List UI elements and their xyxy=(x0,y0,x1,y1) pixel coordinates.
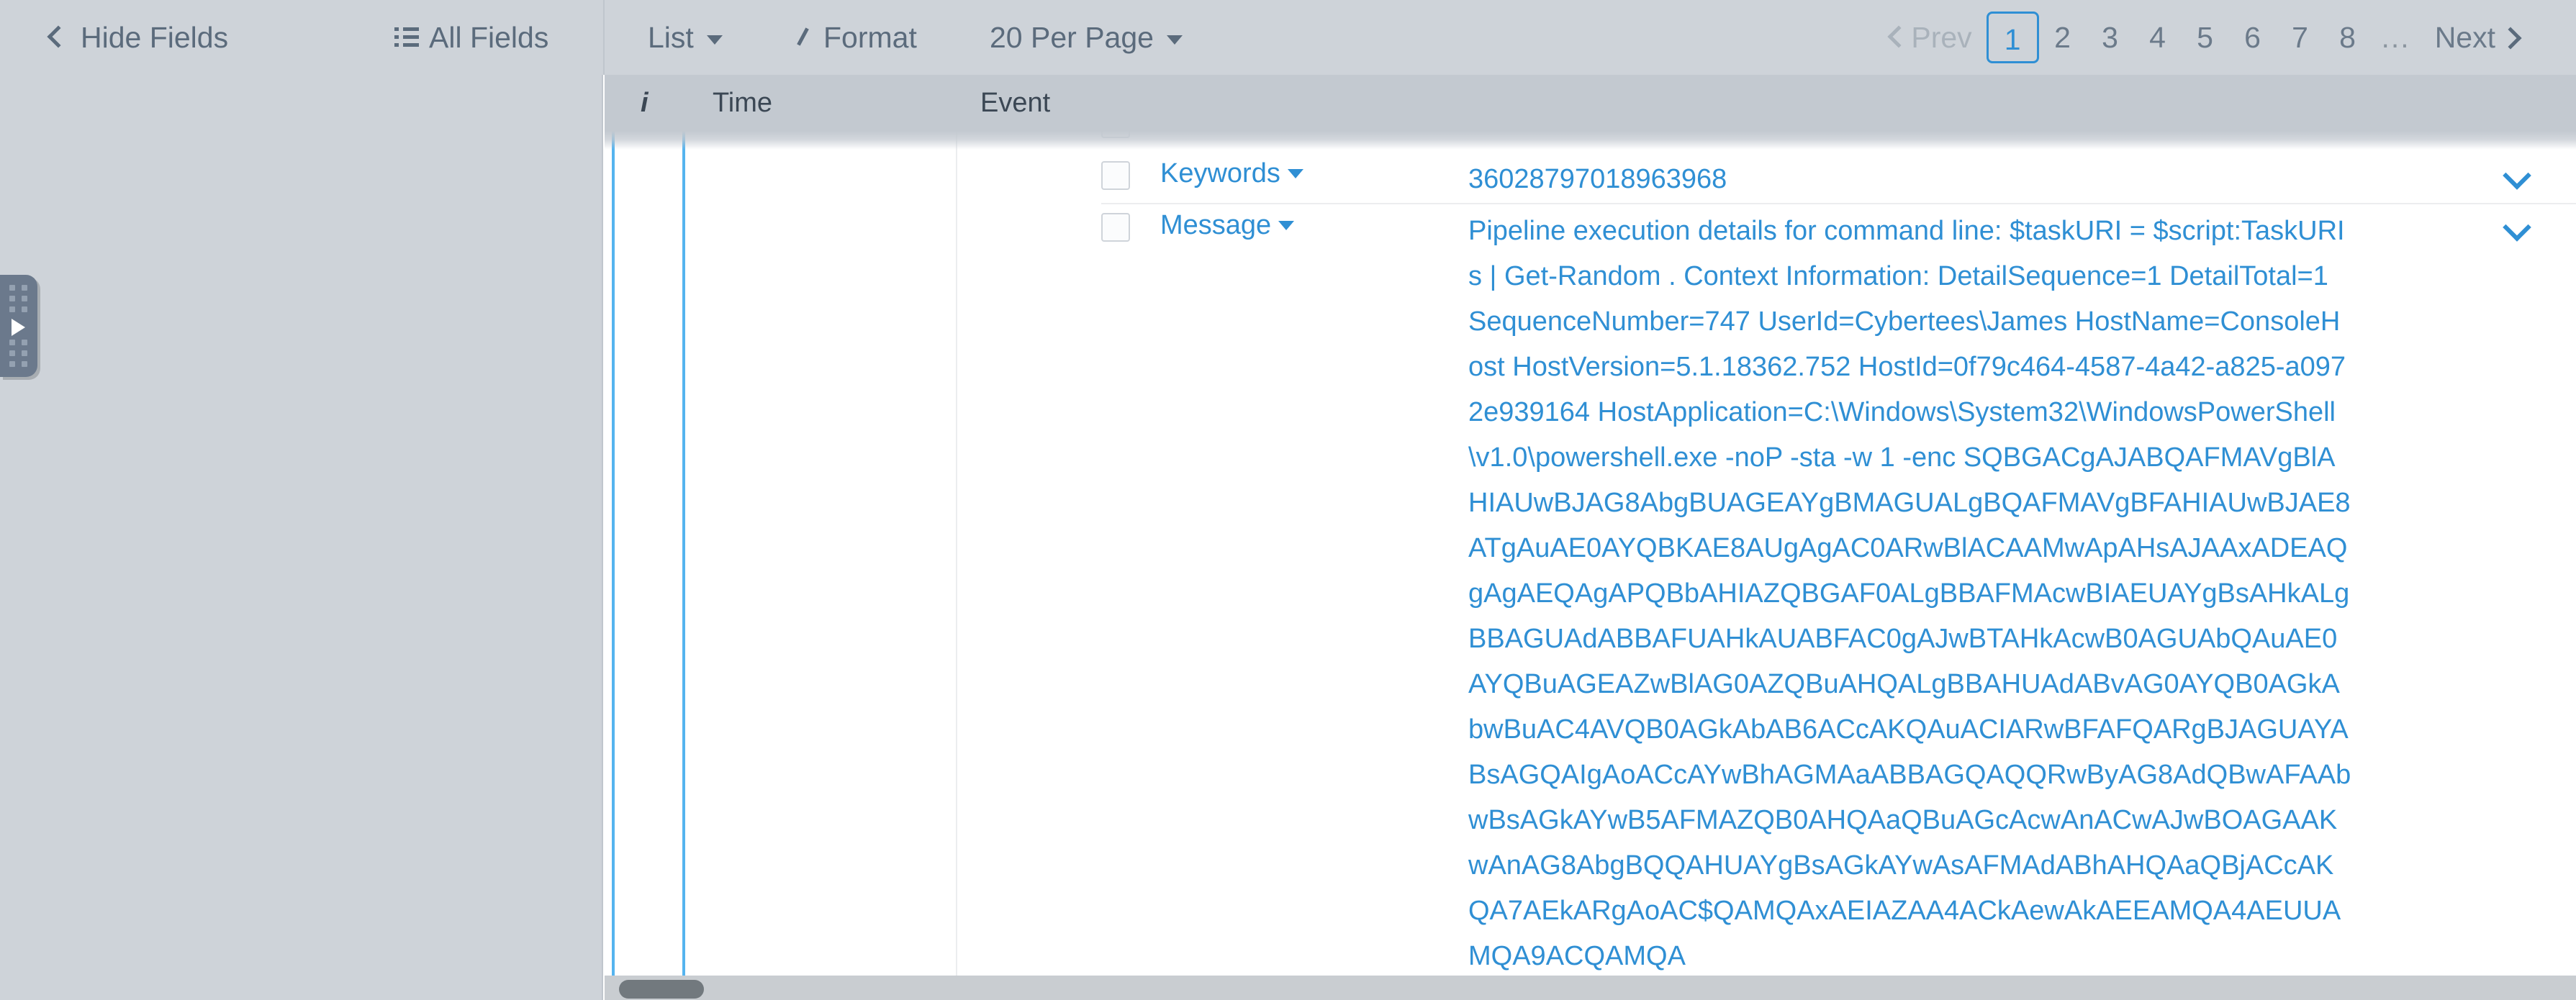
horizontal-scrollbar[interactable] xyxy=(605,976,2576,1000)
fields-sidebar xyxy=(0,75,603,1000)
pagination-page-6[interactable]: 6 xyxy=(2229,21,2277,55)
field-label-message-text: Message xyxy=(1160,210,1272,240)
grip-dots-top xyxy=(9,285,28,312)
column-header-info[interactable]: i xyxy=(641,75,648,131)
pagination-page-3[interactable]: 3 xyxy=(2087,21,2134,55)
horizontal-scrollbar-thumb[interactable] xyxy=(619,980,704,999)
pagination-ellipsis: ... xyxy=(2381,20,2410,54)
all-fields-label: All Fields xyxy=(429,20,549,54)
field-value: James.Browne xyxy=(1468,131,1649,137)
grip-dots-bottom xyxy=(9,340,28,367)
column-header-event[interactable]: Event xyxy=(980,75,1050,131)
results-grid: Hostname James.Browne Keywords 360287970… xyxy=(605,131,2576,976)
event-field-list: Keywords 36028797018963968 Message Pipel… xyxy=(1101,153,2576,976)
expand-triangle-icon xyxy=(12,319,25,336)
format-button[interactable]: Format xyxy=(792,0,917,75)
pencil-icon xyxy=(792,27,813,48)
expand-chevron-keywords[interactable] xyxy=(2505,165,2527,187)
field-row-keywords[interactable]: Keywords 36028797018963968 xyxy=(1101,153,2576,203)
field-value-keywords[interactable]: 36028797018963968 xyxy=(1468,157,2354,202)
pagination-page-2[interactable]: 2 xyxy=(2039,21,2087,55)
field-value-message[interactable]: Pipeline execution details for command l… xyxy=(1468,209,2354,976)
pagination-page-1[interactable]: 1 xyxy=(1986,12,2039,63)
hide-fields-label: Hide Fields xyxy=(81,20,229,54)
pagination: Prev 1 2 3 4 5 6 7 8 ... Next xyxy=(1876,0,2533,75)
expand-chevron-message[interactable] xyxy=(2505,217,2527,239)
pagination-prev[interactable]: Prev xyxy=(1876,21,1986,55)
results-panel: i Time Event Hostname James.Browne Keywo… xyxy=(605,75,2576,1000)
column-header-time[interactable]: Time xyxy=(713,75,772,131)
pagination-next-label: Next xyxy=(2434,20,2495,54)
chevron-left-icon xyxy=(1887,25,1910,48)
pagination-page-7[interactable]: 7 xyxy=(2277,21,2324,55)
hide-fields-button[interactable]: Hide Fields xyxy=(47,0,229,75)
field-label: Hostname xyxy=(1160,131,1285,137)
field-label-keywords[interactable]: Keywords xyxy=(1160,158,1303,189)
all-fields-button[interactable]: All Fields xyxy=(394,0,548,75)
field-checkbox-keywords[interactable] xyxy=(1101,161,1130,190)
caret-down-icon xyxy=(1278,221,1295,230)
pagination-next[interactable]: Next xyxy=(2421,21,2533,55)
field-row-message[interactable]: Message Pipeline execution details for c… xyxy=(1101,203,2576,976)
list-view-dropdown[interactable]: List xyxy=(648,0,723,75)
field-row-hostname-clipped[interactable]: Hostname James.Browne xyxy=(1101,131,2576,153)
format-label: Format xyxy=(823,20,917,54)
field-checkbox-message[interactable] xyxy=(1101,213,1130,242)
row-selection-line-right xyxy=(682,131,685,976)
list-view-label: List xyxy=(648,20,694,54)
chevron-left-icon xyxy=(47,25,70,48)
per-page-dropdown[interactable]: 20 Per Page xyxy=(990,0,1183,75)
field-checkbox[interactable] xyxy=(1101,131,1130,138)
column-divider xyxy=(956,131,957,976)
pagination-page-8[interactable]: 8 xyxy=(2324,21,2372,55)
pagination-page-5[interactable]: 5 xyxy=(2182,21,2229,55)
per-page-label: 20 Per Page xyxy=(990,20,1154,54)
top-toolbar: Hide Fields All Fields List Format 20 Pe… xyxy=(0,0,2576,75)
caret-down-icon xyxy=(1287,169,1303,178)
sidebar-drag-handle[interactable] xyxy=(0,275,37,377)
pagination-page-4[interactable]: 4 xyxy=(2134,21,2182,55)
field-label-keywords-text: Keywords xyxy=(1160,158,1280,188)
chevron-right-icon xyxy=(2499,27,2522,50)
pagination-prev-label: Prev xyxy=(1911,20,1972,54)
caret-down-icon xyxy=(1166,35,1183,45)
results-column-header: i Time Event xyxy=(605,75,2576,131)
list-icon xyxy=(394,27,419,47)
row-selection-line-left xyxy=(612,131,615,976)
field-label-message[interactable]: Message xyxy=(1160,210,1295,241)
caret-down-icon xyxy=(706,35,723,45)
